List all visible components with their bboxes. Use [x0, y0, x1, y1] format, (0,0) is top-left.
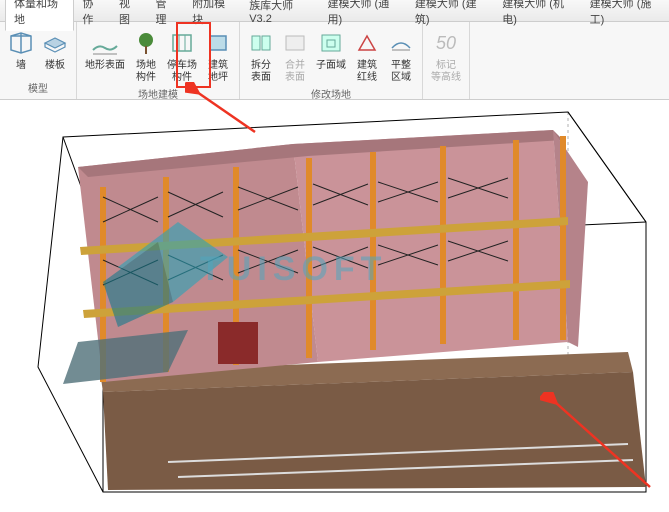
subregion-icon — [319, 26, 343, 60]
merge-surface-button: 合并表面 — [278, 24, 312, 86]
merge-icon — [283, 26, 307, 60]
label-icon: 50 — [436, 26, 456, 60]
ribbon-group-model: 墙 楼板 模型 — [0, 22, 77, 99]
merge-label: 合并表面 — [285, 60, 305, 84]
floor-label: 楼板 — [45, 60, 65, 72]
split-icon — [249, 26, 273, 60]
wall-button[interactable]: 墙 — [4, 24, 38, 74]
ribbon-tab-bar: 体量和场地 协作 视图 管理 附加模块 族库大师V3.2 建模大师 (通用) 建… — [0, 0, 669, 22]
3d-scene — [8, 100, 661, 512]
split-surface-button[interactable]: 拆分表面 — [244, 24, 278, 86]
ribbon-panel: 墙 楼板 模型 地形表面 场地构件 — [0, 22, 669, 100]
3d-viewport[interactable]: TUISOFT — [0, 100, 669, 512]
topo-label: 地形表面 — [85, 60, 125, 72]
pad-label: 建筑地坪 — [208, 60, 228, 84]
topo-icon — [91, 26, 119, 60]
graded-region-button[interactable]: 平整区域 — [384, 24, 418, 86]
ribbon-group-site: 地形表面 场地构件 停车场构件 建筑地坪 场地建模 — [77, 22, 240, 99]
ribbon-group-label: 50 标记等高线 — [423, 22, 470, 99]
subregion-button[interactable]: 子面域 — [312, 24, 350, 74]
floor-icon — [42, 26, 68, 60]
label-contours-label: 标记等高线 — [431, 60, 461, 84]
annotation-highlight — [176, 22, 211, 88]
wall-label: 墙 — [16, 60, 26, 72]
subregion-label: 子面域 — [316, 60, 346, 72]
split-label: 拆分表面 — [251, 60, 271, 84]
tab-model-mep[interactable]: 建模大师 (机电) — [494, 0, 581, 30]
ribbon-group-modify: 拆分表面 合并表面 子面域 建筑红线 — [240, 22, 423, 99]
grade-label: 平整区域 — [391, 60, 411, 84]
label-contours-button: 50 标记等高线 — [427, 24, 465, 86]
tree-icon — [134, 26, 158, 60]
toposurface-button[interactable]: 地形表面 — [81, 24, 129, 74]
wall-icon — [8, 26, 34, 60]
group-label-model: 模型 — [4, 80, 72, 97]
site-comp-label: 场地构件 — [136, 60, 156, 84]
floor-button[interactable]: 楼板 — [38, 24, 72, 74]
site-component-button[interactable]: 场地构件 — [129, 24, 163, 86]
tab-model-constr[interactable]: 建模大师 (施工) — [582, 0, 669, 30]
property-line-button[interactable]: 建筑红线 — [350, 24, 384, 86]
grade-icon — [389, 26, 413, 60]
property-line-label: 建筑红线 — [357, 60, 377, 84]
property-line-icon — [355, 26, 379, 60]
